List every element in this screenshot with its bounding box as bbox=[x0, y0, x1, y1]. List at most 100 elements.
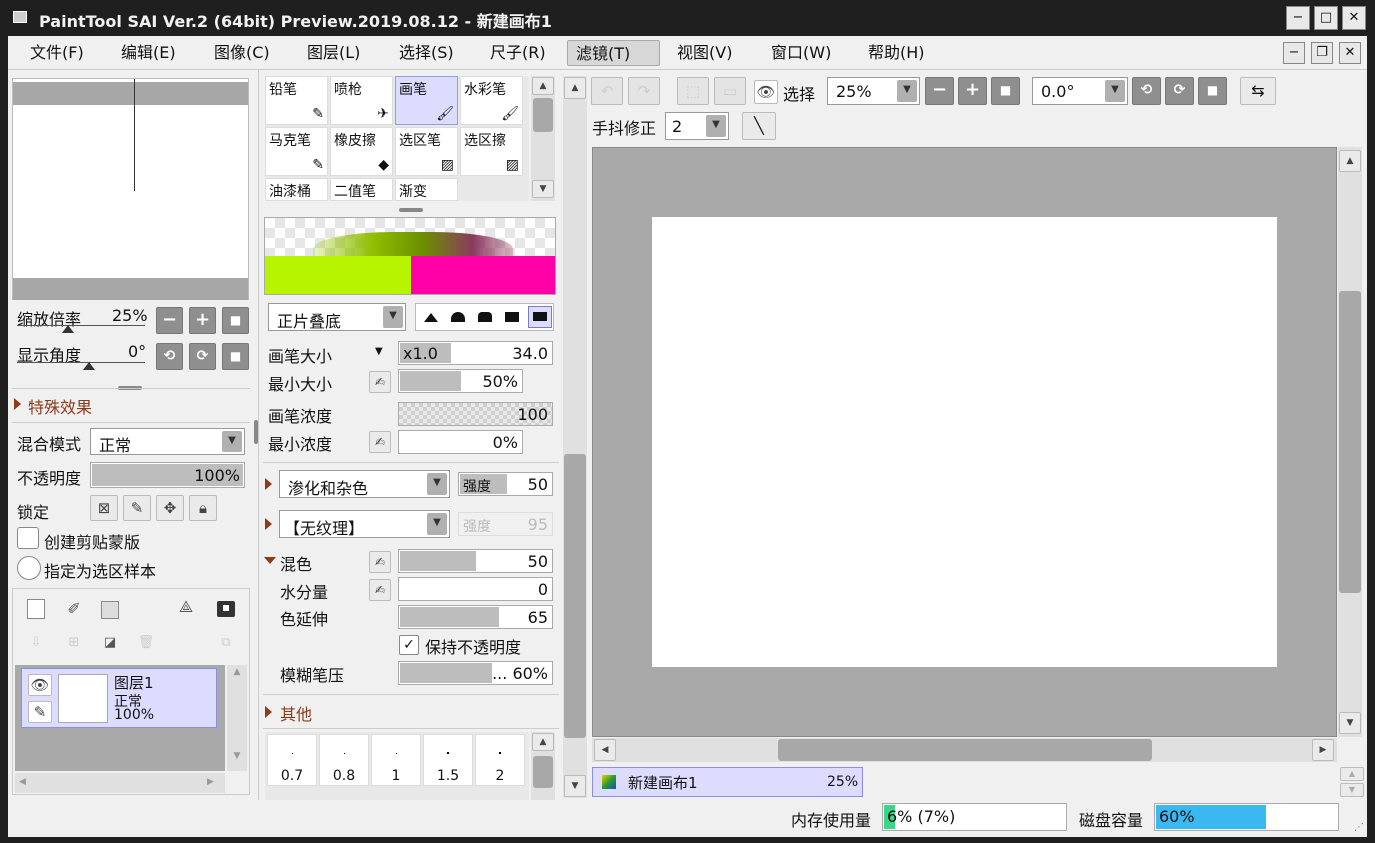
lock-paint-icon[interactable]: ✎ bbox=[123, 495, 151, 521]
selection-source-label[interactable]: 指定为选区样本 bbox=[44, 558, 156, 582]
lock-move-icon[interactable]: ✥ bbox=[156, 495, 184, 521]
menu-select[interactable]: 选择(S) bbox=[391, 40, 462, 66]
doc-tab[interactable]: 新建画布1 25% bbox=[592, 767, 863, 797]
chevron-down-icon[interactable]: ▼ bbox=[427, 513, 447, 535]
menu-edit[interactable]: 编辑(E) bbox=[113, 40, 184, 66]
zoom-out-button[interactable]: − bbox=[156, 307, 183, 334]
stretch-slider[interactable]: 65 bbox=[398, 605, 553, 629]
size-preset[interactable]: 1.5 bbox=[423, 734, 473, 786]
brush-blend-select[interactable]: 正片叠底 ▼ bbox=[268, 303, 406, 331]
layer-scrollbar[interactable]: ▲ ▼ bbox=[227, 665, 247, 771]
toolbar-rotate-right-button[interactable]: ⟳ bbox=[1165, 77, 1194, 105]
chevron-up-icon[interactable]: ▲ bbox=[532, 77, 554, 95]
scroll-thumb[interactable] bbox=[533, 756, 553, 788]
pen-icon[interactable]: ✎ bbox=[28, 701, 52, 723]
slider-thumb-icon[interactable] bbox=[62, 325, 74, 333]
delete-layer-icon[interactable]: 🗑︎ bbox=[137, 635, 155, 653]
eye-icon[interactable]: 👁︎ bbox=[754, 80, 778, 104]
line-tool-button[interactable]: ╲ bbox=[742, 112, 776, 140]
chevron-down-icon[interactable]: ▼ bbox=[222, 431, 242, 452]
lock-all-icon[interactable]: 🔒︎ bbox=[189, 495, 217, 521]
texture2-strength-slider[interactable]: 强度 95 bbox=[458, 512, 553, 536]
clear-layer-icon[interactable]: ◪ bbox=[101, 635, 119, 653]
chevron-down-icon[interactable]: ▼ bbox=[1105, 80, 1125, 102]
rotate-left-button[interactable]: ⟲ bbox=[156, 343, 183, 370]
tool-gradient[interactable]: 渐变 bbox=[395, 178, 458, 201]
mix-slider[interactable]: 50 bbox=[398, 549, 553, 573]
min-size-slider[interactable]: 50% bbox=[398, 369, 523, 393]
pressure-icon[interactable]: ✍ bbox=[369, 371, 391, 393]
toolbar-zoom-in-button[interactable]: + bbox=[958, 77, 987, 105]
menu-layer[interactable]: 图层(L) bbox=[299, 40, 368, 66]
layer-hscrollbar[interactable]: ◀ ▶ bbox=[15, 773, 225, 793]
chevron-down-icon[interactable]: ▼ bbox=[897, 80, 917, 102]
new-layer-icon[interactable] bbox=[27, 599, 45, 619]
eye-icon[interactable]: 👁︎ bbox=[28, 674, 52, 696]
toolbar-rotate-reset-button[interactable]: ■ bbox=[1198, 77, 1227, 105]
chevron-down-icon[interactable]: ▼ bbox=[375, 346, 383, 357]
water-slider[interactable]: 0 bbox=[398, 577, 553, 601]
chevron-down-icon[interactable]: ▼ bbox=[229, 751, 245, 767]
shape-medium-icon[interactable] bbox=[451, 312, 465, 322]
resize-grip-icon[interactable]: ⋰ bbox=[1354, 822, 1364, 833]
lock-transparency-icon[interactable]: ⊠ bbox=[90, 495, 118, 521]
doc-minimize-button[interactable]: − bbox=[1283, 42, 1305, 64]
size-preset[interactable]: 1 bbox=[371, 734, 421, 786]
other-expand-icon[interactable] bbox=[265, 706, 272, 718]
chevron-up-icon[interactable]: ▲ bbox=[532, 733, 554, 751]
shape-square-icon[interactable] bbox=[505, 312, 519, 322]
stabilizer-select[interactable]: 2 ▼ bbox=[665, 112, 729, 140]
effects-label[interactable]: 特殊效果 bbox=[28, 394, 92, 418]
tool-binary-pen[interactable]: 二值笔 bbox=[330, 178, 393, 201]
texture2-expand-icon[interactable] bbox=[265, 518, 272, 530]
menu-view[interactable]: 视图(V) bbox=[669, 40, 740, 66]
doc-tab-scroll[interactable]: ▲ ▼ bbox=[1340, 767, 1364, 797]
pressure-icon[interactable]: ✍ bbox=[369, 579, 391, 601]
tool-bucket[interactable]: 油漆桶 bbox=[265, 178, 328, 201]
chevron-down-icon[interactable]: ▼ bbox=[532, 180, 554, 198]
menu-window[interactable]: 窗口(W) bbox=[763, 40, 839, 66]
tool-marker[interactable]: 马克笔 ✎ bbox=[265, 127, 328, 176]
tool-brush[interactable]: 画笔 🖌︎ bbox=[395, 76, 458, 125]
pressure-icon[interactable]: ✍ bbox=[369, 551, 391, 573]
texture1-expand-icon[interactable] bbox=[265, 478, 272, 490]
chevron-up-icon[interactable]: ▲ bbox=[1340, 767, 1364, 781]
scroll-thumb[interactable] bbox=[533, 98, 553, 132]
size-preset[interactable]: 2 bbox=[475, 734, 525, 786]
chevron-up-icon[interactable]: ▲ bbox=[1339, 150, 1361, 172]
invert-selection-button[interactable]: ▭ bbox=[714, 77, 746, 105]
canvas-paper[interactable] bbox=[652, 217, 1277, 667]
splitter-handle[interactable] bbox=[399, 208, 423, 212]
merge-down-icon[interactable]: ⇩ bbox=[27, 635, 45, 653]
menu-help[interactable]: 帮助(H) bbox=[860, 40, 933, 66]
scroll-thumb[interactable] bbox=[778, 739, 1152, 761]
rotate-right-button[interactable]: ⟳ bbox=[189, 343, 216, 370]
tool-select-pen[interactable]: 选区笔 ▨ bbox=[395, 127, 458, 176]
chevron-up-icon[interactable]: ▲ bbox=[564, 77, 586, 99]
menu-filter[interactable]: 滤镜(T) bbox=[567, 40, 660, 66]
chevron-down-icon[interactable]: ▼ bbox=[1339, 712, 1361, 734]
chevron-down-icon[interactable]: ▼ bbox=[564, 775, 586, 797]
primary-color-swatch[interactable] bbox=[265, 256, 411, 294]
zoom-in-button[interactable]: + bbox=[189, 307, 216, 334]
density-slider[interactable]: 100 bbox=[398, 402, 553, 426]
tool-pencil[interactable]: 铅笔 ✎ bbox=[265, 76, 328, 125]
effects-expand-icon[interactable] bbox=[14, 398, 21, 410]
layer-row[interactable]: 👁︎ ✎ 图层1 正常 100% bbox=[21, 668, 217, 728]
chevron-down-icon[interactable]: ▼ bbox=[383, 306, 403, 328]
rotate-reset-button[interactable]: ■ bbox=[222, 343, 249, 370]
navigator-zoom-slider[interactable] bbox=[17, 325, 145, 333]
chevron-down-icon[interactable]: ▼ bbox=[1340, 783, 1364, 797]
canvas-hscrollbar[interactable]: ◀ ▶ bbox=[592, 738, 1337, 762]
slider-thumb-icon[interactable] bbox=[83, 362, 95, 370]
tool-panel-scrollbar[interactable]: ▲ ▼ bbox=[563, 76, 587, 798]
scroll-thumb[interactable] bbox=[564, 454, 586, 738]
transfer-icon[interactable]: ⊞ bbox=[65, 635, 83, 653]
chevron-right-icon[interactable]: ▶ bbox=[1312, 739, 1334, 761]
layer-copy-icon[interactable]: ⧉ bbox=[217, 635, 235, 653]
menu-image[interactable]: 图像(C) bbox=[206, 40, 278, 66]
canvas-viewport[interactable] bbox=[592, 147, 1337, 737]
shape-hard-icon[interactable] bbox=[478, 312, 492, 322]
secondary-color-swatch[interactable] bbox=[411, 256, 555, 294]
minimize-button[interactable]: − bbox=[1286, 6, 1310, 30]
